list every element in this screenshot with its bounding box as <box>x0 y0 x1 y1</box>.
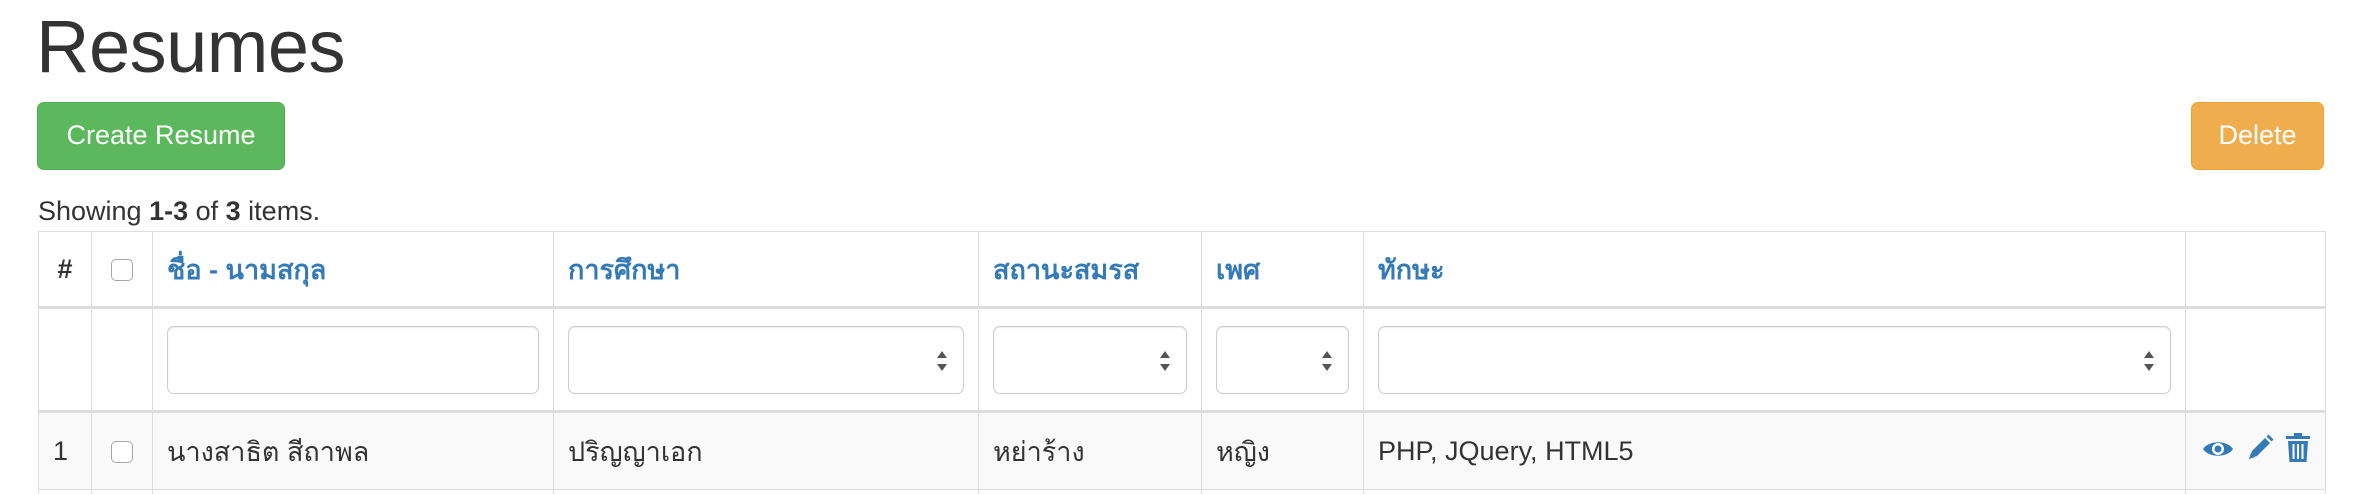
header-actions <box>2185 231 2326 309</box>
select-arrows-icon <box>2142 347 2156 375</box>
create-resume-button[interactable]: Create Resume <box>37 102 285 170</box>
row-marital: หย่าร้าง <box>978 411 1202 490</box>
page-title: Resumes <box>36 5 346 88</box>
filter-cell-index <box>38 307 92 413</box>
table-row-partial <box>38 489 2326 494</box>
sort-marital-link[interactable]: สถานะสมรส <box>993 255 1139 285</box>
summary-range: 1-3 <box>149 196 189 226</box>
row-skills: PHP, JQuery, HTML5 <box>1363 411 2186 490</box>
pencil-icon[interactable] <box>2246 434 2274 469</box>
summary-middle: of <box>188 196 226 226</box>
header-select-all <box>91 231 153 309</box>
row-index: 1 <box>38 411 92 490</box>
select-arrows-icon <box>1158 347 1172 375</box>
name-filter-input[interactable] <box>167 325 539 394</box>
row-gender: หญิง <box>1201 411 1364 490</box>
header-gender: เพศ <box>1201 231 1364 309</box>
grid-summary: Showing 1-3 of 3 items. <box>38 194 320 228</box>
sort-name-link[interactable]: ชื่อ - นามสกุล <box>167 255 326 285</box>
filter-cell-education <box>553 307 979 413</box>
filter-cell-skills <box>1363 307 2186 413</box>
summary-suffix: items. <box>240 196 321 226</box>
filter-cell-marital <box>978 307 1202 413</box>
skills-filter-select[interactable] <box>1378 325 2171 394</box>
marital-filter-select[interactable] <box>993 325 1187 394</box>
sort-education-link[interactable]: การศึกษา <box>568 255 680 285</box>
row-education: ปริญญาเอก <box>553 411 979 490</box>
filter-cell-gender <box>1201 307 1364 413</box>
header-row: # ชื่อ - นามสกุล การศึกษา สถานะสมรส เพศ … <box>38 231 2326 309</box>
header-index: # <box>38 231 92 309</box>
row-select-cell <box>91 411 153 490</box>
resume-grid: # ชื่อ - นามสกุล การศึกษา สถานะสมรส เพศ … <box>38 231 2326 494</box>
summary-prefix: Showing <box>38 196 150 226</box>
filter-cell-actions <box>2185 307 2326 413</box>
filter-cell-name <box>152 307 554 413</box>
select-arrows-icon <box>1320 347 1334 375</box>
eye-icon[interactable] <box>2202 436 2234 467</box>
table-row: 1 นางสาธิต สีถาพล ปริญญาเอก หย่าร้าง หญิ… <box>38 411 2326 490</box>
resume-index-page: Resumes Create Resume Delete Showing 1-3… <box>0 0 2376 494</box>
header-education: การศึกษา <box>553 231 979 309</box>
row-actions <box>2185 411 2326 490</box>
header-marital: สถานะสมรส <box>978 231 1202 309</box>
header-skills: ทักษะ <box>1363 231 2186 309</box>
sort-skills-link[interactable]: ทักษะ <box>1378 255 1444 285</box>
filter-row <box>38 307 2326 413</box>
header-name: ชื่อ - นามสกุล <box>152 231 554 309</box>
trash-icon[interactable] <box>2285 432 2311 470</box>
filter-cell-select <box>91 307 153 413</box>
gender-filter-select[interactable] <box>1216 325 1349 394</box>
education-filter-select[interactable] <box>568 325 964 394</box>
select-all-checkbox[interactable] <box>111 259 133 282</box>
sort-gender-link[interactable]: เพศ <box>1216 255 1260 285</box>
summary-total: 3 <box>225 196 241 226</box>
row-name: นางสาธิต สีถาพล <box>152 411 554 490</box>
row-select-checkbox[interactable] <box>111 441 133 464</box>
select-arrows-icon <box>935 347 949 375</box>
delete-button[interactable]: Delete <box>2191 102 2324 170</box>
